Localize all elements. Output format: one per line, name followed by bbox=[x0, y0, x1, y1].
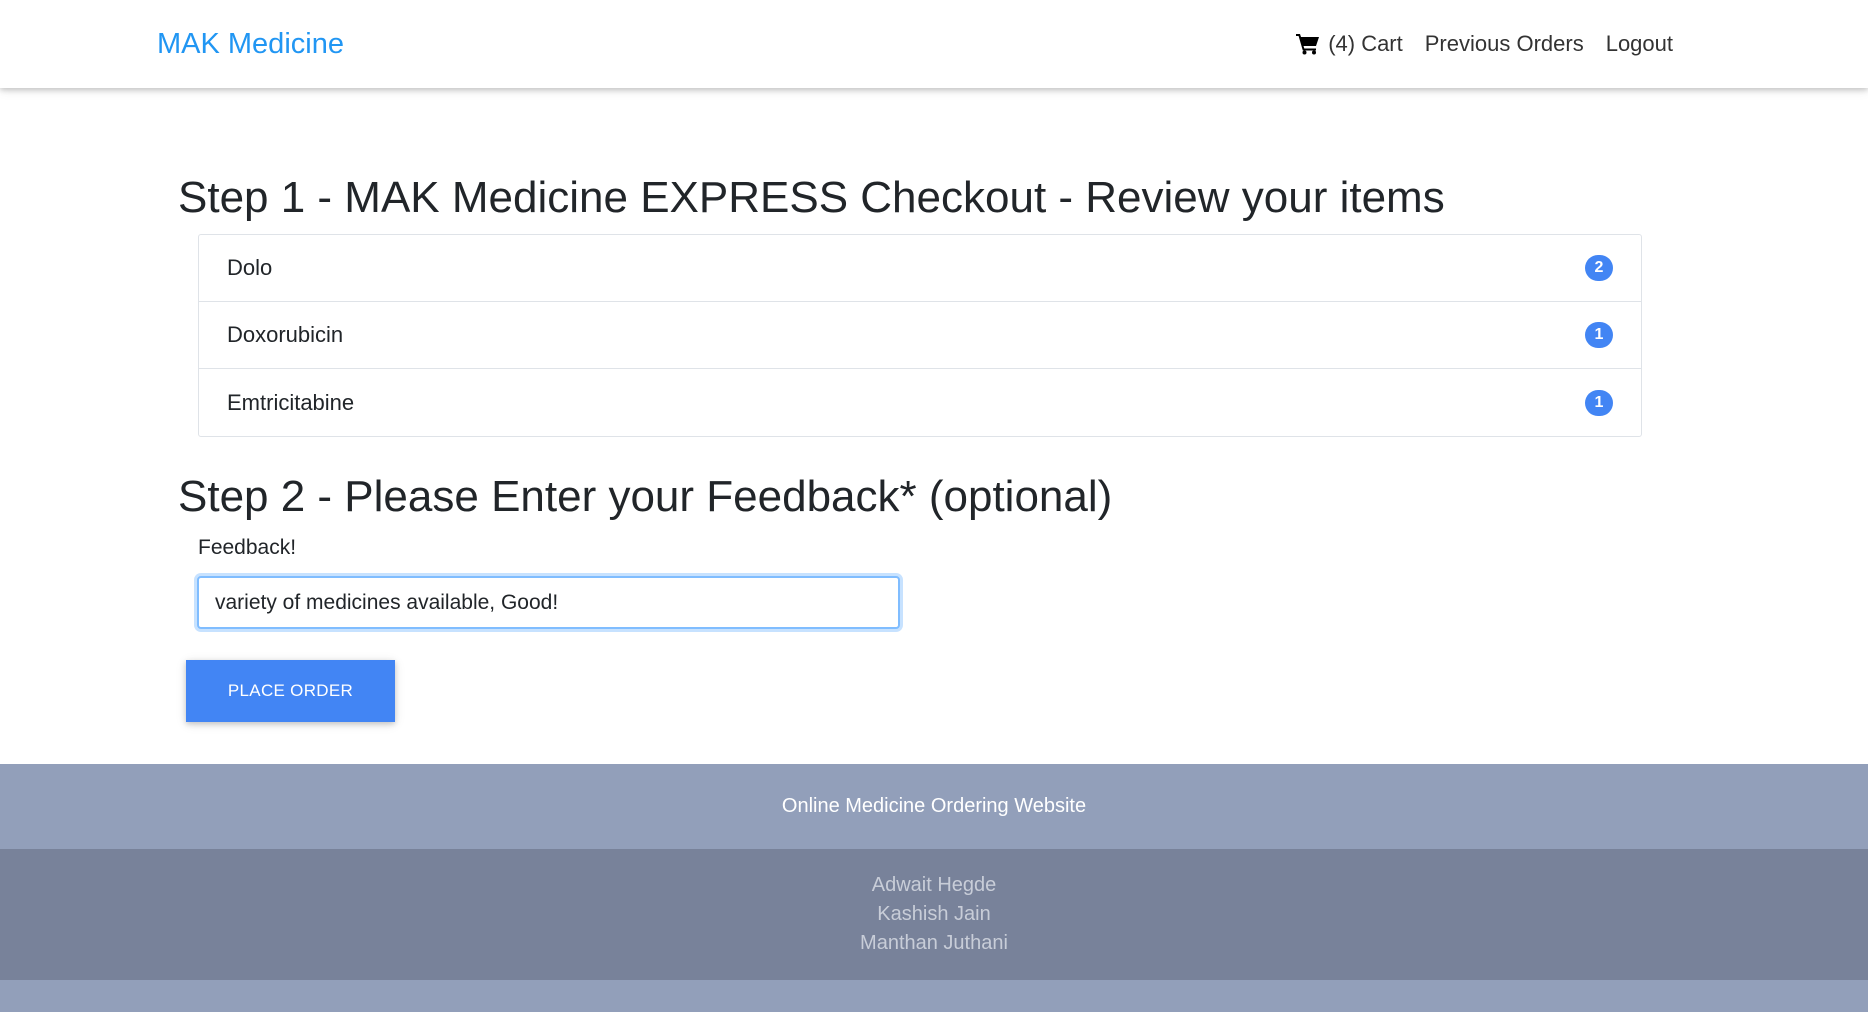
quantity-badge: 2 bbox=[1585, 255, 1613, 281]
item-name: Dolo bbox=[227, 255, 273, 280]
cart-label: (4) Cart bbox=[1328, 31, 1403, 56]
step1-heading: Step 1 - MAK Medicine EXPRESS Checkout -… bbox=[178, 173, 1445, 222]
navbar: MAK Medicine (4) Cart Previous Orders Lo… bbox=[0, 0, 1868, 88]
list-item: Dolo 2 bbox=[199, 235, 1641, 302]
footer-strip bbox=[0, 980, 1868, 1012]
cart-items-list: Dolo 2 Doxorubicin 1 Emtricitabine 1 bbox=[198, 234, 1642, 437]
item-name: Doxorubicin bbox=[227, 322, 344, 347]
item-name: Emtricitabine bbox=[227, 389, 355, 415]
place-order-button[interactable]: PLACE ORDER bbox=[186, 660, 395, 722]
author-name: Adwait Hegde bbox=[871, 874, 997, 896]
feedback-input[interactable] bbox=[197, 576, 900, 629]
nav-links: (4) Cart Previous Orders Logout bbox=[1296, 28, 1673, 60]
cart-link[interactable]: (4) Cart bbox=[1296, 28, 1403, 60]
list-item: Doxorubicin 1 bbox=[199, 302, 1641, 369]
author-name: Manthan Juthani bbox=[860, 932, 1008, 954]
feedback-label: Feedback! bbox=[198, 536, 297, 559]
author-name: Kashish Jain bbox=[877, 903, 991, 925]
quantity-badge: 1 bbox=[1585, 322, 1613, 348]
list-item: Emtricitabine 1 bbox=[199, 369, 1641, 436]
quantity-badge: 1 bbox=[1585, 389, 1613, 416]
footer-tagline-bar: Online Medicine Ordering Website bbox=[0, 764, 1868, 849]
checkout-main: Step 1 - MAK Medicine EXPRESS Checkout -… bbox=[0, 88, 1868, 764]
footer-tagline: Online Medicine Ordering Website bbox=[781, 795, 1087, 817]
shopping-cart-icon bbox=[1296, 33, 1320, 55]
footer-authors: Adwait Hegde Kashish Jain Manthan Juthan… bbox=[0, 849, 1868, 980]
brand-link[interactable]: MAK Medicine bbox=[157, 26, 344, 62]
logout-link[interactable]: Logout bbox=[1606, 28, 1673, 60]
step2-heading: Step 2 - Please Enter your Feedback* (op… bbox=[178, 472, 1113, 521]
previous-orders-link[interactable]: Previous Orders bbox=[1425, 28, 1584, 60]
